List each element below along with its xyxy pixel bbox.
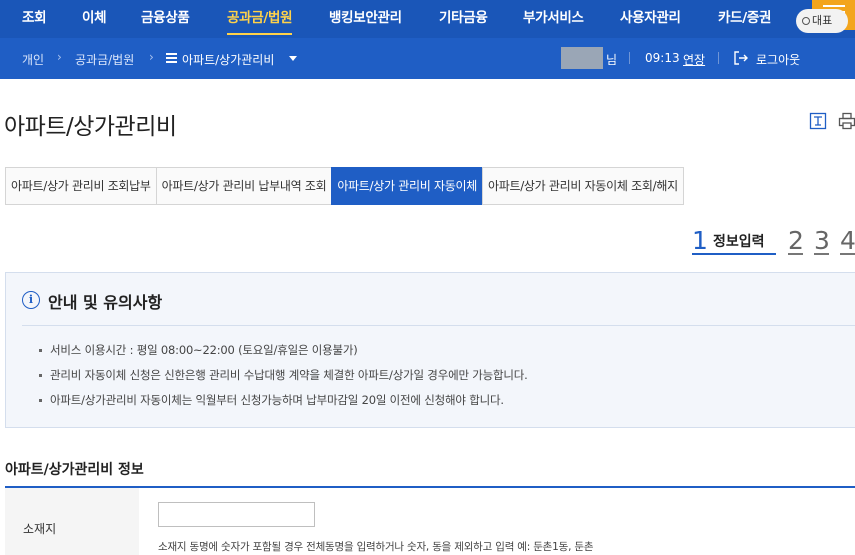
- representative-badge[interactable]: 대표: [796, 9, 848, 33]
- list-icon: [166, 53, 177, 63]
- user-name-masked: [561, 47, 603, 69]
- user-suffix: 님: [606, 53, 618, 67]
- step-number: 4: [840, 226, 855, 255]
- extend-session-link[interactable]: 연장: [683, 51, 705, 68]
- breadcrumb-current[interactable]: 아파트/상가관리비: [182, 51, 274, 68]
- breadcrumb-personal[interactable]: 개인: [22, 51, 44, 68]
- notice-item: 관리비 자동이체 신청은 신한은행 관리비 수납대행 계약을 체결한 아파트/상…: [50, 368, 528, 382]
- step-underline: [788, 253, 803, 255]
- breadcrumb-utility-court[interactable]: 공과금/법원: [75, 51, 134, 68]
- session-timer: 09:13: [645, 51, 680, 65]
- nav-item-user-management[interactable]: 사용자관리: [620, 0, 681, 38]
- nav-item-financial-products[interactable]: 금융상품: [141, 0, 190, 38]
- nav-item-other-finance[interactable]: 기타금융: [439, 0, 488, 38]
- notice-title: 안내 및 유의사항: [48, 293, 163, 312]
- divider: [629, 52, 630, 64]
- step-label-current: 정보입력: [713, 234, 765, 250]
- notice-item: 아파트/상가관리비 자동이체는 익월부터 신청가능하며 납부마감일 20일 이전…: [50, 393, 504, 407]
- notice-item: 서비스 이용시간 : 평일 08:00~22:00 (토요일/휴일은 이용불가): [50, 343, 358, 357]
- caret-down-icon[interactable]: [289, 56, 297, 61]
- nav-item-transfer[interactable]: 이체: [82, 0, 107, 38]
- step-number: 2: [788, 226, 804, 255]
- bullet-icon: [39, 399, 42, 402]
- chevron-right-icon: ›: [149, 50, 154, 64]
- info-icon: i: [22, 291, 40, 309]
- nav-item-inquiry[interactable]: 조회: [22, 0, 47, 38]
- download-icon[interactable]: [809, 112, 827, 130]
- step-underline: [814, 253, 829, 255]
- step-underline: [840, 253, 855, 255]
- tab-auto-transfer-inquiry-cancel[interactable]: 아파트/상가 관리비 자동이체 조회/해지: [481, 167, 684, 205]
- breadcrumb-bar: 개인 › 공과금/법원 › 아파트/상가관리비 님 09:13 연장 로그아웃: [0, 38, 855, 79]
- nav-item-card-securities[interactable]: 카드/증권: [718, 0, 771, 38]
- page-title: 아파트/상가관리비: [4, 114, 177, 140]
- nav-item-additional-services[interactable]: 부가서비스: [523, 0, 584, 38]
- tab-bar: 아파트/상가 관리비 조회납부 아파트/상가 관리비 납부내역 조회 아파트/상…: [5, 167, 684, 205]
- print-icon[interactable]: [838, 112, 855, 130]
- step-underline: [692, 253, 776, 255]
- tab-inquiry-payment[interactable]: 아파트/상가 관리비 조회납부: [5, 167, 156, 205]
- bullet-icon: [39, 374, 42, 377]
- logout-icon[interactable]: [733, 50, 749, 66]
- divider: [718, 52, 719, 64]
- step-number: 3: [814, 226, 830, 255]
- tab-payment-history[interactable]: 아파트/상가 관리비 납부내역 조회: [155, 167, 332, 205]
- divider: [22, 325, 855, 326]
- circle-icon: [802, 17, 810, 25]
- nav-item-banking-security[interactable]: 뱅킹보안관리: [329, 0, 402, 38]
- location-input[interactable]: [158, 502, 315, 527]
- location-help-text: 소재지 동명에 숫자가 포함될 경우 전체동명을 입력하거나 숫자, 동을 제외…: [158, 541, 594, 553]
- nav-item-utility-court[interactable]: 공과금/법원: [227, 0, 293, 38]
- location-label: 소재지: [23, 522, 57, 536]
- top-nav: 조회 이체 금융상품 공과금/법원 뱅킹보안관리 기타금융 부가서비스 사용자관…: [0, 0, 855, 38]
- logout-button[interactable]: 로그아웃: [756, 51, 800, 68]
- chevron-right-icon: ›: [57, 50, 62, 64]
- badge-label: 대표: [812, 14, 833, 27]
- section-title: 아파트/상가관리비 정보: [5, 462, 144, 478]
- step-number-current: 1: [692, 226, 708, 255]
- tab-auto-transfer[interactable]: 아파트/상가 관리비 자동이체: [331, 167, 482, 205]
- bullet-icon: [39, 349, 42, 352]
